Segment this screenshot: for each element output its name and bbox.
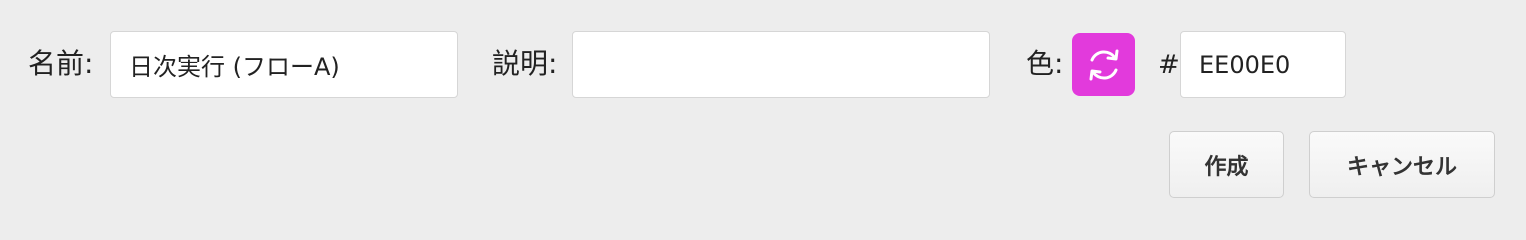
cancel-button[interactable]: キャンセル: [1309, 131, 1495, 198]
hash-label: #: [1158, 50, 1180, 80]
description-input[interactable]: [572, 31, 990, 98]
sync-icon: [1089, 49, 1118, 80]
name-label: 名前:: [28, 47, 94, 80]
create-button[interactable]: 作成: [1169, 131, 1284, 198]
color-label: 色:: [1026, 47, 1064, 80]
color-swatch-button[interactable]: [1072, 33, 1135, 96]
description-label: 説明:: [492, 47, 558, 80]
color-hex-input[interactable]: [1180, 31, 1346, 98]
name-input[interactable]: [110, 31, 458, 98]
